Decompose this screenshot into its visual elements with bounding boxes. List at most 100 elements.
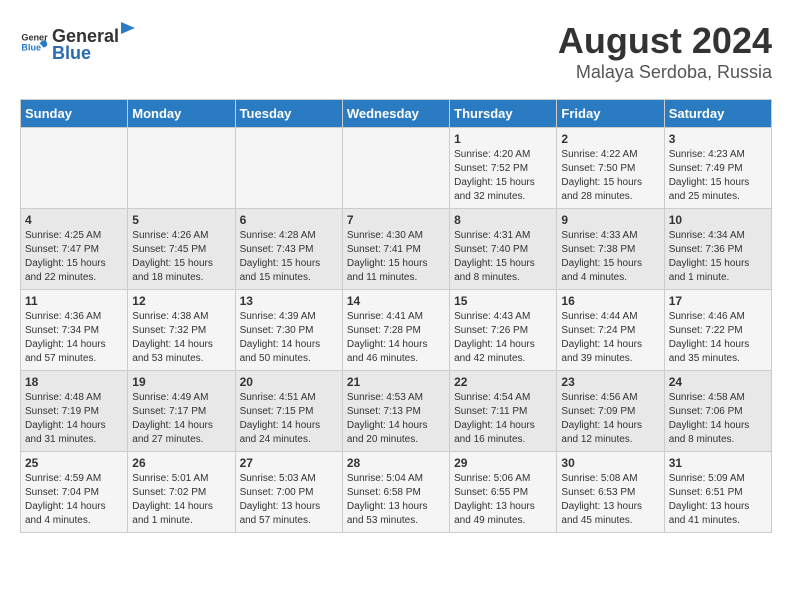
day-info: Sunrise: 4:28 AM Sunset: 7:43 PM Dayligh…: [240, 229, 338, 285]
calendar-cell-w1-d3: 7 Sunrise: 4:30 AM Sunset: 7:41 PM Daylig…: [342, 209, 449, 290]
day-info: Sunrise: 4:43 AM Sunset: 7:26 PM Dayligh…: [454, 310, 552, 366]
calendar-cell-w1-d4: 8 Sunrise: 4:31 AM Sunset: 7:40 PM Daylig…: [450, 209, 557, 290]
day-info: Sunrise: 4:48 AM Sunset: 7:19 PM Dayligh…: [25, 391, 123, 447]
weekday-header-thursday: Thursday: [450, 100, 557, 128]
day-number: 13: [240, 294, 338, 308]
day-info: Sunrise: 4:39 AM Sunset: 7:30 PM Dayligh…: [240, 310, 338, 366]
day-number: 7: [347, 213, 445, 227]
day-number: 19: [132, 375, 230, 389]
calendar-cell-w4-d5: 30 Sunrise: 5:08 AM Sunset: 6:53 PM Dayli…: [557, 452, 664, 533]
day-info: Sunrise: 4:23 AM Sunset: 7:49 PM Dayligh…: [669, 148, 767, 204]
day-info: Sunrise: 4:36 AM Sunset: 7:34 PM Dayligh…: [25, 310, 123, 366]
day-number: 11: [25, 294, 123, 308]
calendar-cell-w0-d6: 3 Sunrise: 4:23 AM Sunset: 7:49 PM Daylig…: [664, 128, 771, 209]
day-info: Sunrise: 4:38 AM Sunset: 7:32 PM Dayligh…: [132, 310, 230, 366]
day-info: Sunrise: 4:51 AM Sunset: 7:15 PM Dayligh…: [240, 391, 338, 447]
calendar-cell-w0-d3: [342, 128, 449, 209]
calendar-cell-w2-d2: 13 Sunrise: 4:39 AM Sunset: 7:30 PM Dayli…: [235, 290, 342, 371]
calendar-cell-w3-d5: 23 Sunrise: 4:56 AM Sunset: 7:09 PM Dayli…: [557, 371, 664, 452]
day-number: 30: [561, 456, 659, 470]
calendar-cell-w0-d1: [128, 128, 235, 209]
day-number: 6: [240, 213, 338, 227]
calendar-cell-w3-d0: 18 Sunrise: 4:48 AM Sunset: 7:19 PM Dayli…: [21, 371, 128, 452]
day-number: 22: [454, 375, 552, 389]
day-number: 3: [669, 132, 767, 146]
day-number: 31: [669, 456, 767, 470]
day-number: 21: [347, 375, 445, 389]
day-info: Sunrise: 4:22 AM Sunset: 7:50 PM Dayligh…: [561, 148, 659, 204]
day-info: Sunrise: 4:26 AM Sunset: 7:45 PM Dayligh…: [132, 229, 230, 285]
day-number: 8: [454, 213, 552, 227]
calendar-cell-w4-d4: 29 Sunrise: 5:06 AM Sunset: 6:55 PM Dayli…: [450, 452, 557, 533]
day-info: Sunrise: 4:25 AM Sunset: 7:47 PM Dayligh…: [25, 229, 123, 285]
day-number: 26: [132, 456, 230, 470]
calendar-cell-w1-d2: 6 Sunrise: 4:28 AM Sunset: 7:43 PM Daylig…: [235, 209, 342, 290]
location-title: Malaya Serdoba, Russia: [558, 62, 772, 83]
day-info: Sunrise: 4:56 AM Sunset: 7:09 PM Dayligh…: [561, 391, 659, 447]
day-number: 15: [454, 294, 552, 308]
day-number: 16: [561, 294, 659, 308]
calendar-cell-w4-d0: 25 Sunrise: 4:59 AM Sunset: 7:04 PM Dayli…: [21, 452, 128, 533]
weekday-header-saturday: Saturday: [664, 100, 771, 128]
day-number: 23: [561, 375, 659, 389]
month-year-title: August 2024: [558, 20, 772, 62]
day-info: Sunrise: 5:08 AM Sunset: 6:53 PM Dayligh…: [561, 472, 659, 528]
day-number: 29: [454, 456, 552, 470]
calendar-cell-w2-d6: 17 Sunrise: 4:46 AM Sunset: 7:22 PM Dayli…: [664, 290, 771, 371]
calendar-cell-w0-d0: [21, 128, 128, 209]
day-info: Sunrise: 5:04 AM Sunset: 6:58 PM Dayligh…: [347, 472, 445, 528]
day-info: Sunrise: 4:31 AM Sunset: 7:40 PM Dayligh…: [454, 229, 552, 285]
calendar-cell-w4-d2: 27Sunrise: 5:03 AM Sunset: 7:00 PM Dayli…: [235, 452, 342, 533]
day-number: 20: [240, 375, 338, 389]
calendar-cell-w1-d5: 9 Sunrise: 4:33 AM Sunset: 7:38 PM Daylig…: [557, 209, 664, 290]
calendar-cell-w2-d1: 12 Sunrise: 4:38 AM Sunset: 7:32 PM Dayli…: [128, 290, 235, 371]
day-number: 1: [454, 132, 552, 146]
day-number: 14: [347, 294, 445, 308]
calendar-cell-w0-d2: [235, 128, 342, 209]
day-number: 28: [347, 456, 445, 470]
day-info: Sunrise: 4:49 AM Sunset: 7:17 PM Dayligh…: [132, 391, 230, 447]
day-info: Sunrise: 4:58 AM Sunset: 7:06 PM Dayligh…: [669, 391, 767, 447]
day-info: Sunrise: 4:20 AM Sunset: 7:52 PM Dayligh…: [454, 148, 552, 204]
calendar-cell-w1-d1: 5Sunrise: 4:26 AM Sunset: 7:45 PM Daylig…: [128, 209, 235, 290]
day-number: 9: [561, 213, 659, 227]
day-number: 27: [240, 456, 338, 470]
calendar-cell-w3-d1: 19 Sunrise: 4:49 AM Sunset: 7:17 PM Dayli…: [128, 371, 235, 452]
day-number: 2: [561, 132, 659, 146]
day-number: 25: [25, 456, 123, 470]
calendar-cell-w3-d4: 22 Sunrise: 4:54 AM Sunset: 7:11 PM Dayli…: [450, 371, 557, 452]
calendar-cell-w0-d5: 2 Sunrise: 4:22 AM Sunset: 7:50 PM Daylig…: [557, 128, 664, 209]
calendar-cell-w2-d5: 16 Sunrise: 4:44 AM Sunset: 7:24 PM Dayli…: [557, 290, 664, 371]
calendar-cell-w2-d0: 11 Sunrise: 4:36 AM Sunset: 7:34 PM Dayli…: [21, 290, 128, 371]
day-number: 17: [669, 294, 767, 308]
weekday-header-monday: Monday: [128, 100, 235, 128]
calendar-table: SundayMondayTuesdayWednesdayThursdayFrid…: [20, 99, 772, 533]
calendar-cell-w4-d6: 31Sunrise: 5:09 AM Sunset: 6:51 PM Dayli…: [664, 452, 771, 533]
day-info: Sunrise: 5:01 AM Sunset: 7:02 PM Dayligh…: [132, 472, 230, 528]
header: General Blue General Blue August 2024 Ma…: [20, 20, 772, 83]
svg-text:Blue: Blue: [21, 42, 41, 52]
day-info: Sunrise: 4:41 AM Sunset: 7:28 PM Dayligh…: [347, 310, 445, 366]
day-number: 18: [25, 375, 123, 389]
weekday-header-friday: Friday: [557, 100, 664, 128]
day-info: Sunrise: 5:06 AM Sunset: 6:55 PM Dayligh…: [454, 472, 552, 528]
calendar-cell-w2-d3: 14 Sunrise: 4:41 AM Sunset: 7:28 PM Dayli…: [342, 290, 449, 371]
logo: General Blue General Blue: [20, 20, 137, 64]
day-info: Sunrise: 4:30 AM Sunset: 7:41 PM Dayligh…: [347, 229, 445, 285]
calendar-cell-w3-d3: 21 Sunrise: 4:53 AM Sunset: 7:13 PM Dayli…: [342, 371, 449, 452]
day-info: Sunrise: 4:53 AM Sunset: 7:13 PM Dayligh…: [347, 391, 445, 447]
day-info: Sunrise: 4:34 AM Sunset: 7:36 PM Dayligh…: [669, 229, 767, 285]
logo-icon: General Blue: [20, 28, 48, 56]
day-number: 10: [669, 213, 767, 227]
day-info: Sunrise: 4:44 AM Sunset: 7:24 PM Dayligh…: [561, 310, 659, 366]
day-info: Sunrise: 4:54 AM Sunset: 7:11 PM Dayligh…: [454, 391, 552, 447]
day-number: 12: [132, 294, 230, 308]
calendar-cell-w3-d6: 24Sunrise: 4:58 AM Sunset: 7:06 PM Dayli…: [664, 371, 771, 452]
calendar-cell-w2-d4: 15 Sunrise: 4:43 AM Sunset: 7:26 PM Dayli…: [450, 290, 557, 371]
calendar-cell-w1-d0: 4Sunrise: 4:25 AM Sunset: 7:47 PM Daylig…: [21, 209, 128, 290]
calendar-cell-w3-d2: 20 Sunrise: 4:51 AM Sunset: 7:15 PM Dayli…: [235, 371, 342, 452]
title-area: August 2024 Malaya Serdoba, Russia: [558, 20, 772, 83]
day-info: Sunrise: 4:46 AM Sunset: 7:22 PM Dayligh…: [669, 310, 767, 366]
day-info: Sunrise: 4:33 AM Sunset: 7:38 PM Dayligh…: [561, 229, 659, 285]
day-info: Sunrise: 4:59 AM Sunset: 7:04 PM Dayligh…: [25, 472, 123, 528]
